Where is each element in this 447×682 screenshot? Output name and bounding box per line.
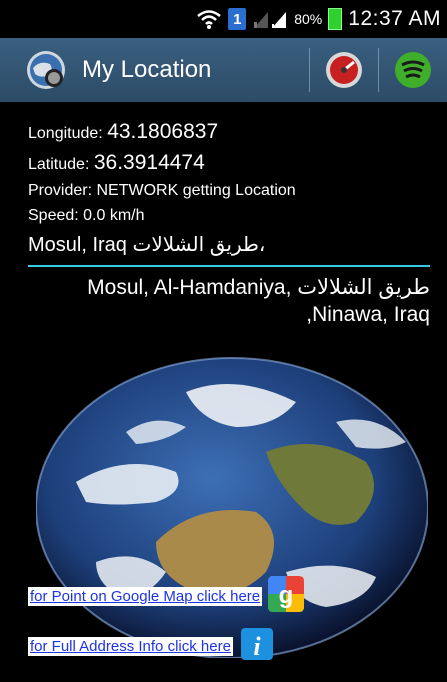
longitude-value: 43.1806837	[107, 120, 219, 143]
battery-percent: 80%	[294, 11, 323, 27]
status-bar: 1 80% 12:37 AM	[0, 0, 447, 38]
city-line: Mosul, Iraq طريق الشلالات،	[28, 234, 266, 256]
globe-location-icon[interactable]	[24, 48, 68, 92]
battery-icon	[328, 8, 343, 30]
longitude-label: Longitude:	[28, 125, 103, 142]
full-address: Mosul, Al-Hamdaniya, طريق الشلالات ,Nina…	[40, 274, 430, 328]
page-title: My Location	[82, 56, 212, 83]
google-maps-icon[interactable]: g	[266, 574, 306, 619]
gauge-icon	[326, 52, 362, 88]
speed-text: Speed: 0.0 km/h	[28, 207, 145, 224]
google-map-row: for Point on Google Map click here g	[28, 574, 306, 619]
wifi-icon	[196, 8, 222, 30]
svg-text:i: i	[253, 632, 261, 661]
wifi-broadcast-icon	[395, 52, 431, 88]
svg-text:g: g	[279, 582, 294, 609]
divider-line	[28, 265, 430, 267]
sim-icon: 1	[228, 8, 247, 30]
provider-text: Provider: NETWORK getting Location	[28, 182, 296, 199]
full-address-line1: Mosul, Al-Hamdaniya, طريق الشلالات	[87, 276, 430, 299]
wifi-broadcast-button[interactable]	[379, 38, 447, 102]
longitude-row: Longitude: 43.1806837	[28, 120, 438, 144]
action-bar: My Location	[0, 38, 447, 102]
full-address-line2: ,Ninawa, Iraq	[306, 303, 430, 326]
latitude-label: Latitude:	[28, 156, 90, 173]
clock: 12:37 AM	[348, 7, 441, 30]
latitude-value: 36.3914474	[93, 151, 205, 174]
signal-icon	[252, 8, 290, 30]
location-info: Longitude: 43.1806837 Latitude: 36.39144…	[28, 120, 438, 257]
gauge-button[interactable]	[310, 38, 378, 102]
google-map-link[interactable]: for Point on Google Map click here	[28, 587, 263, 606]
address-info-row: for Full Address Info click here i	[28, 624, 277, 669]
info-icon[interactable]: i	[237, 624, 277, 669]
address-info-link[interactable]: for Full Address Info click here	[28, 637, 233, 656]
latitude-row: Latitude: 36.3914474	[28, 151, 438, 175]
